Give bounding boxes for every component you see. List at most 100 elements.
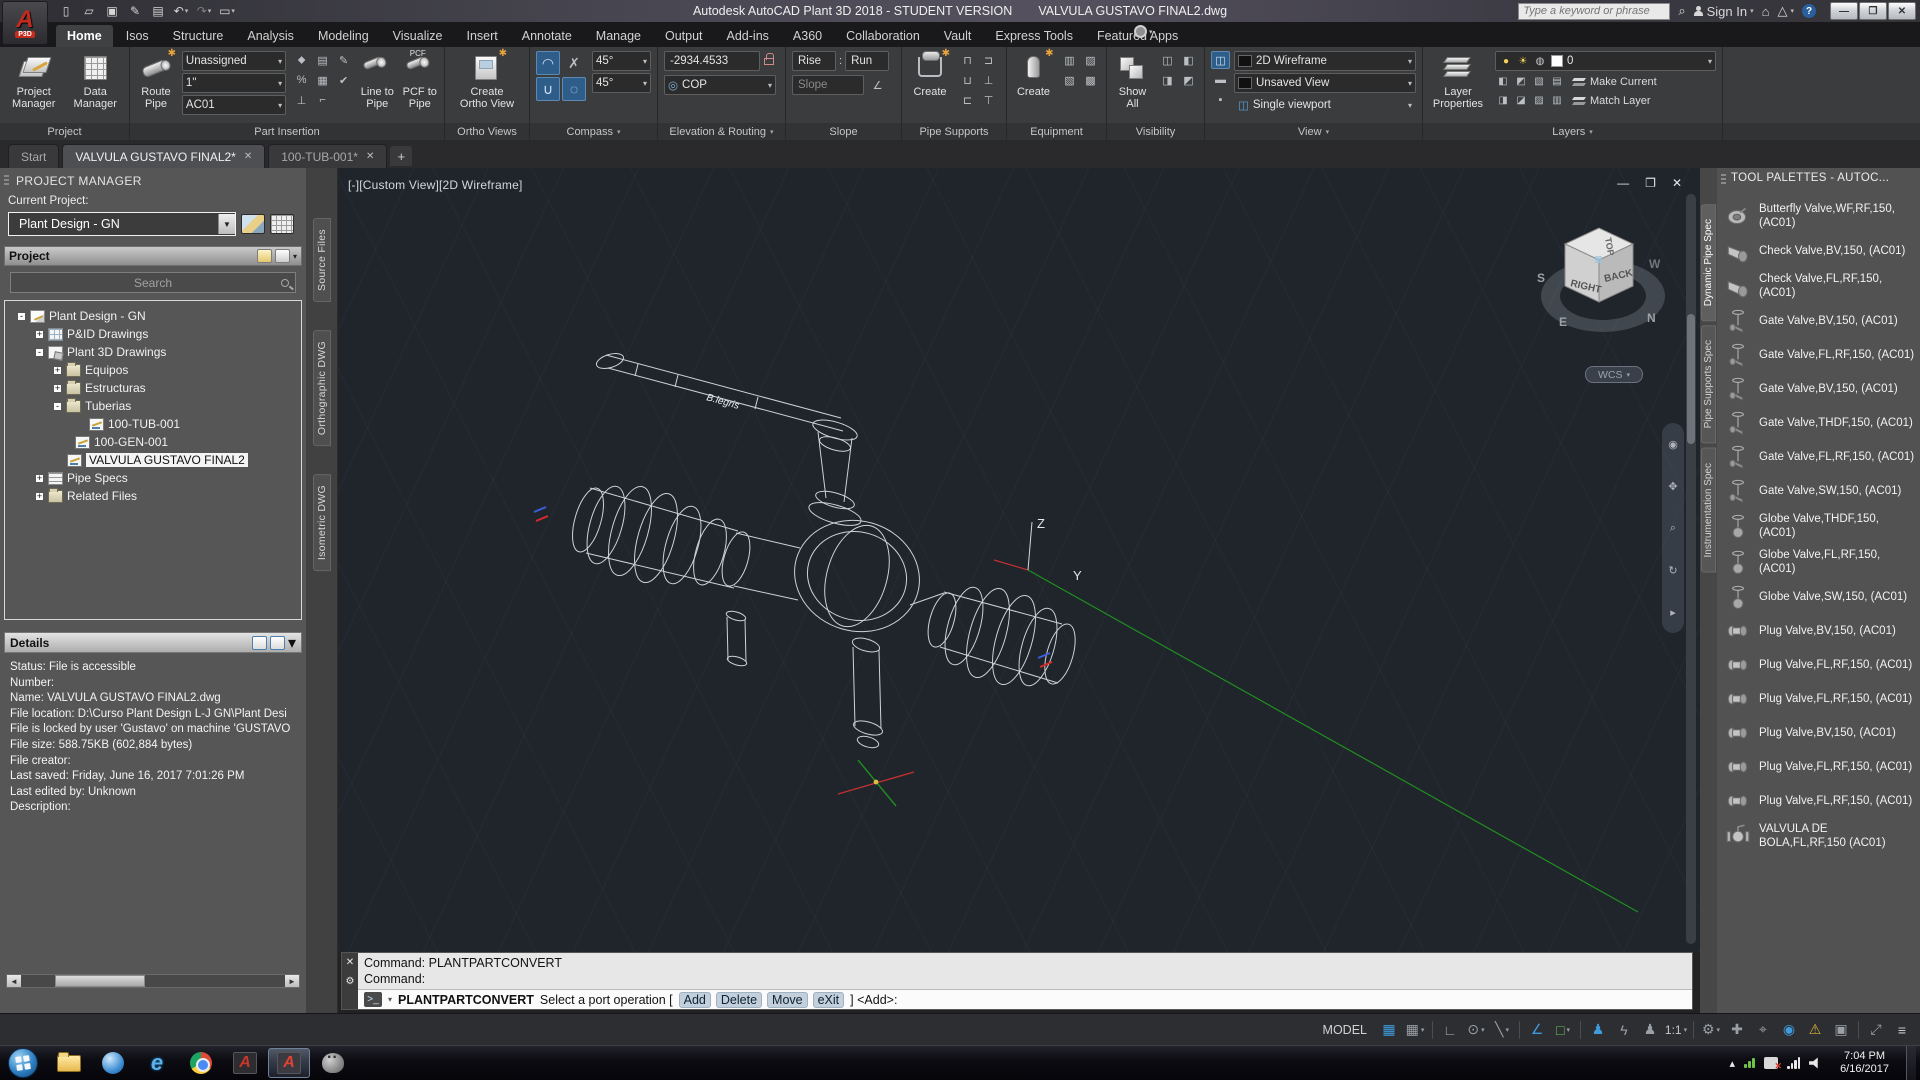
ortho-mode-icon[interactable]: ∟ <box>1438 1018 1462 1042</box>
customization-menu-icon[interactable]: ≡ <box>1890 1018 1914 1042</box>
palette-item[interactable]: Plug Valve,FL,RF,150, (AC01) <box>1719 648 1917 682</box>
osnap-icon[interactable]: ∠ <box>1525 1018 1549 1042</box>
tree-item[interactable]: VALVULA GUSTAVO FINAL2 <box>7 451 299 469</box>
layer-unisolate-icon[interactable]: ◨ <box>1495 93 1511 108</box>
dropdown-arrow-icon[interactable]: ▼ <box>218 214 235 234</box>
tree-item[interactable]: + Estructuras <box>7 379 299 397</box>
hide-selected-icon[interactable]: ◫ <box>1158 51 1177 69</box>
tree-expander[interactable]: - <box>17 312 26 321</box>
rail-tab[interactable]: Isometric DWG <box>313 474 331 571</box>
view-pill-icon[interactable]: ▬ <box>1211 71 1230 89</box>
ribbon-tab[interactable]: A360 <box>782 25 833 47</box>
tree-item[interactable]: + Pipe Specs <box>7 469 299 487</box>
signal-strength-icon[interactable] <box>1787 1057 1800 1069</box>
ribbon-tab[interactable]: Add-ins <box>716 25 780 47</box>
clean-screen-icon[interactable]: ▣ <box>1829 1018 1853 1042</box>
refresh-icon[interactable] <box>275 249 290 263</box>
annotation-scale-icon[interactable]: ♟ <box>1638 1018 1662 1042</box>
command-option[interactable]: Add <box>679 992 711 1008</box>
show-hidden-icons[interactable]: ▴ <box>1730 1057 1736 1070</box>
divider[interactable] <box>1580 1021 1581 1039</box>
slope-value-field[interactable]: Slope <box>792 75 864 95</box>
insert-component-icon[interactable]: ▦ <box>313 71 332 89</box>
route-pipe-button[interactable]: Route Pipe <box>136 51 176 110</box>
compass-angle-2[interactable]: 45°▾ <box>592 73 651 93</box>
tree-expander[interactable]: + <box>35 330 44 339</box>
palette-item[interactable]: Globe Valve,SW,150, (AC01) <box>1719 580 1917 614</box>
save-as-icon[interactable]: ✎ <box>125 2 145 20</box>
tree-expander[interactable]: + <box>53 384 62 393</box>
rail-tab[interactable]: Orthographic DWG <box>313 330 331 446</box>
compass-fillet-icon[interactable]: ◠ <box>536 51 560 75</box>
command-input-line[interactable]: >_ ▾ PLANTPARTCONVERT Select a port oper… <box>358 989 1692 1009</box>
tree-item[interactable]: - Tuberias <box>7 397 299 415</box>
tree-item[interactable]: + Related Files <box>7 487 299 505</box>
steering-wheel-icon[interactable]: ◉ <box>1668 438 1678 451</box>
details-list-icon[interactable] <box>252 636 267 650</box>
nozzle-edit-icon[interactable]: ▨ <box>1081 51 1100 69</box>
palette-item[interactable]: Check Valve,FL,RF,150, (AC01) <box>1719 268 1917 304</box>
view-dots-icon[interactable]: ▪ <box>1211 91 1230 109</box>
palette-item[interactable]: Gate Valve,BV,150, (AC01) <box>1719 372 1917 406</box>
undo-icon[interactable]: ↶▾ <box>171 2 191 20</box>
help-icon[interactable]: ? <box>1802 4 1816 18</box>
command-option[interactable]: Delete <box>716 992 762 1008</box>
divider[interactable] <box>1519 1021 1520 1039</box>
explorer-icon[interactable] <box>48 1048 90 1078</box>
tree-item[interactable]: + P&ID Drawings <box>7 325 299 343</box>
application-menu-button[interactable]: A P3D <box>2 1 48 45</box>
workspace-dropdown-icon[interactable]: ▭▾ <box>217 2 237 20</box>
workspace-switching-icon[interactable]: ⚙ ▾ <box>1699 1018 1723 1042</box>
tree-expander[interactable]: + <box>53 366 62 375</box>
tree-item[interactable]: 100-TUB-001 <box>7 415 299 433</box>
network-activity-icon[interactable] <box>1744 1058 1755 1068</box>
new-file-icon[interactable]: ▯ <box>56 2 76 20</box>
new-drawing-icon[interactable] <box>257 249 272 263</box>
ribbon-tab[interactable]: Modeling <box>307 25 380 47</box>
autoscale-icon[interactable]: ϟ <box>1612 1018 1636 1042</box>
layer-isolate-icon[interactable]: ◧ <box>1495 74 1511 89</box>
palette-item[interactable]: Globe Valve,FL,RF,150, (AC01) <box>1719 544 1917 580</box>
divider[interactable] <box>1693 1021 1694 1039</box>
autocad-p3d-icon[interactable]: A <box>224 1048 266 1078</box>
close-command-icon[interactable]: ✕ <box>346 957 354 968</box>
layer-color-swatch[interactable] <box>1551 55 1563 67</box>
power-plug-icon[interactable] <box>1764 1057 1778 1069</box>
equipment-modify-icon[interactable]: ▥ <box>1060 51 1079 69</box>
orbit-icon[interactable]: ↻ <box>1668 564 1677 577</box>
compass-angle-1[interactable]: 45°▾ <box>592 51 651 71</box>
tree-item[interactable]: - Plant Design - GN <box>7 307 299 325</box>
ribbon-tab[interactable]: Annotate <box>511 25 583 47</box>
osnap-settings-icon[interactable]: □ ▾ <box>1551 1018 1575 1042</box>
file-tab[interactable]: 100-TUB-001* ✕ <box>268 144 387 168</box>
palette-item[interactable]: VALVULA DE BOLA,FL,RF,150 (AC01) <box>1719 818 1917 854</box>
ribbon-tab[interactable]: Insert <box>455 25 508 47</box>
annotation-visibility-icon[interactable]: ♟ <box>1586 1018 1610 1042</box>
file-tab[interactable]: Start <box>8 144 59 168</box>
app-store-icon[interactable]: ⌂ <box>1762 4 1770 19</box>
palette-item[interactable]: Gate Valve,SW,150, (AC01) <box>1719 474 1917 508</box>
tree-item[interactable]: - Plant 3D Drawings <box>7 343 299 361</box>
redo-icon[interactable]: ↷▾ <box>194 2 214 20</box>
save-icon[interactable]: ▣ <box>102 2 122 20</box>
ribbon-tab[interactable]: Isos <box>115 25 160 47</box>
palette-item[interactable]: Gate Valve,FL,RF,150, (AC01) <box>1719 338 1917 372</box>
file-tab[interactable]: VALVULA GUSTAVO FINAL2* ✕ <box>62 144 265 168</box>
fullscreen-icon[interactable]: ⤢ <box>1864 1018 1888 1042</box>
create-pipe-support-button[interactable]: Create <box>908 51 952 98</box>
grid-display-icon[interactable]: ▦ <box>1377 1018 1401 1042</box>
project-grid-icon[interactable] <box>270 214 294 234</box>
tool-palettes-title[interactable]: TOOL PALETTES - AUTOC... <box>1717 172 1920 184</box>
isodraft-icon[interactable]: ╲ ▾ <box>1490 1018 1514 1042</box>
placeholder-part-icon[interactable]: % <box>292 71 311 89</box>
a360-icon[interactable]: △▾ <box>1777 3 1794 19</box>
new-tab-button[interactable]: + <box>390 146 412 166</box>
ribbon-tab[interactable]: Express Tools <box>984 25 1084 47</box>
viewport-scrollbar[interactable] <box>1686 194 1696 944</box>
restore-button[interactable]: ❐ <box>1859 2 1887 20</box>
compass-off-icon[interactable]: ✗ <box>562 51 586 75</box>
scroll-left-arrow[interactable]: ◄ <box>7 975 21 987</box>
palette-tab[interactable]: Dynamic Pipe Spec <box>1701 204 1716 321</box>
line-to-pipe-button[interactable]: Line to Pipe <box>359 51 395 110</box>
layer-prev-icon[interactable]: ▤ <box>1549 74 1565 89</box>
